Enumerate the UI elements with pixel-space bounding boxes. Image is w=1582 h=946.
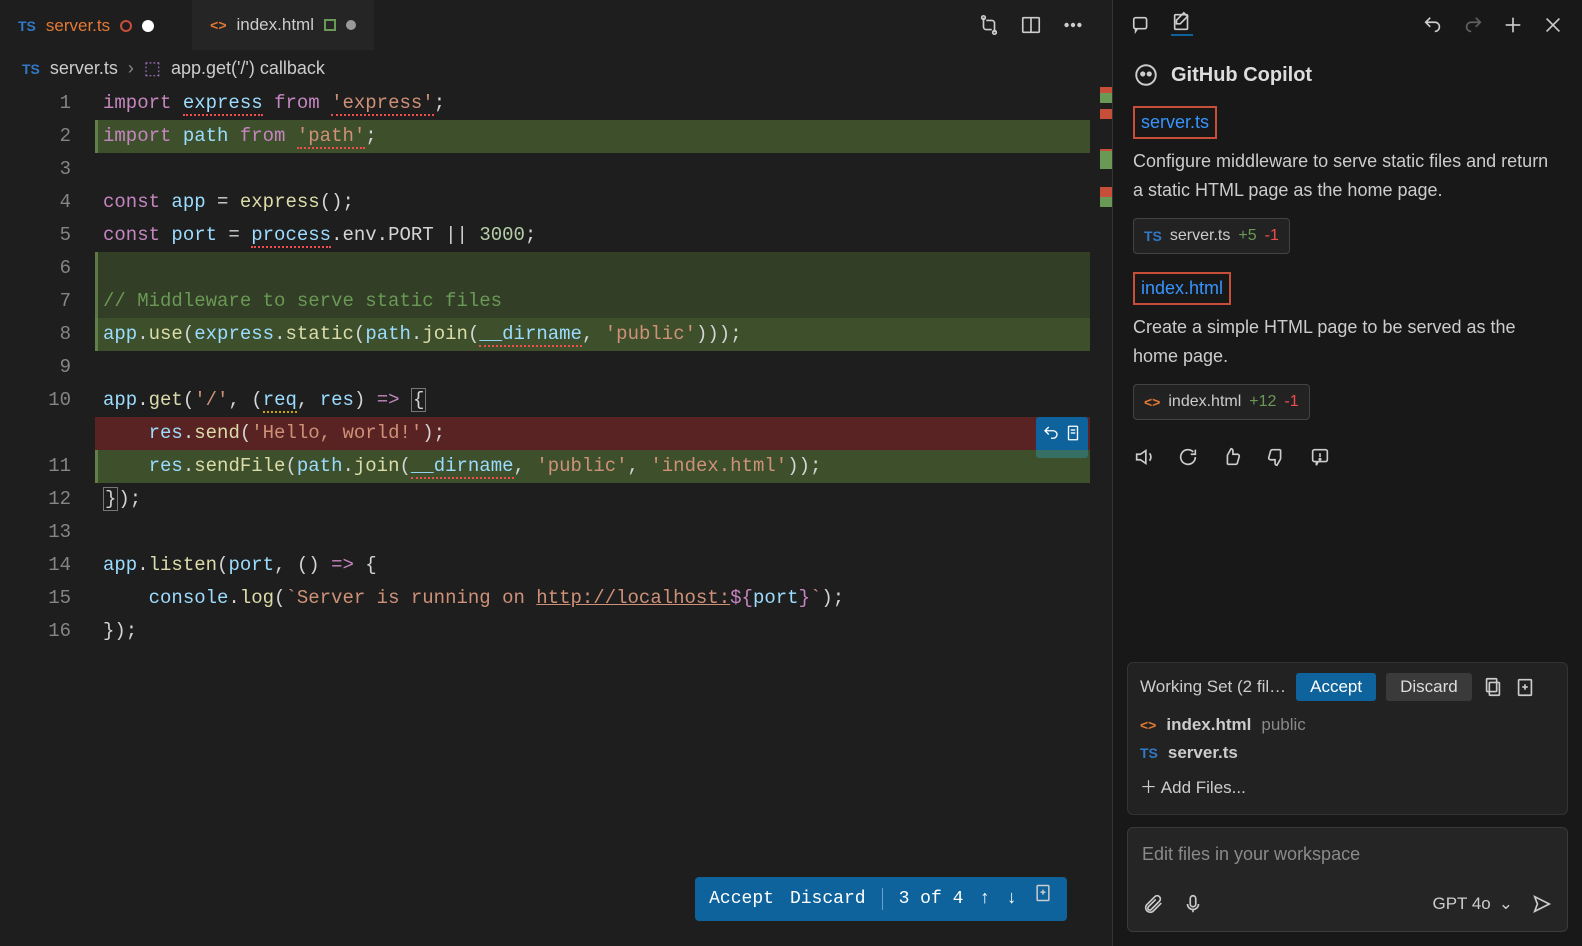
chat-input[interactable]: Edit files in your workspace GPT 4o ⌄ — [1127, 827, 1568, 932]
thumbs-up-icon[interactable] — [1221, 446, 1243, 468]
files-icon[interactable] — [1482, 676, 1504, 698]
tab-label: index.html — [237, 15, 314, 35]
file-name: index.html — [1166, 715, 1251, 735]
retry-icon[interactable] — [1177, 446, 1199, 468]
model-selector[interactable]: GPT 4o ⌄ — [1432, 894, 1513, 914]
more-actions-icon[interactable] — [1062, 14, 1084, 36]
badge-filename: index.html — [1168, 389, 1241, 415]
copilot-icon — [1133, 62, 1159, 88]
copilot-sidebar: GitHub Copilot server.ts Configure middl… — [1112, 0, 1582, 946]
working-set-file[interactable]: TS server.ts — [1140, 739, 1555, 767]
close-icon[interactable] — [1542, 14, 1564, 36]
new-file-icon[interactable] — [1514, 676, 1536, 698]
suggestion-block: index.html Create a simple HTML page to … — [1133, 272, 1562, 438]
feedback-row — [1133, 438, 1562, 484]
tab-actions — [978, 14, 1112, 36]
additions-count: +5 — [1238, 223, 1256, 249]
code-area[interactable]: 12345678910111213141516 import express f… — [0, 87, 1112, 946]
accept-button[interactable]: Accept — [1296, 673, 1376, 701]
copilot-body: server.ts Configure middleware to serve … — [1113, 100, 1582, 662]
file-change-badge[interactable]: <> index.html +12 -1 — [1133, 384, 1310, 420]
discard-button[interactable]: Discard — [790, 883, 866, 916]
thumbs-down-icon[interactable] — [1265, 446, 1287, 468]
plus-icon[interactable] — [1502, 14, 1524, 36]
html-icon: <> — [1140, 717, 1156, 733]
ts-icon: TS — [1140, 745, 1158, 761]
edit-session-icon[interactable] — [1171, 14, 1193, 36]
compare-changes-icon[interactable] — [978, 14, 1000, 36]
discard-button[interactable]: Discard — [1386, 673, 1472, 701]
redo-icon[interactable] — [1462, 14, 1484, 36]
file-diff-icon[interactable] — [1033, 883, 1053, 916]
breadcrumb[interactable]: TS server.ts › ⬚ app.get('/') callback — [0, 50, 1112, 87]
html-icon: <> — [210, 17, 226, 33]
file-name: server.ts — [1168, 743, 1238, 763]
working-set-file[interactable]: <> index.html public — [1140, 711, 1555, 739]
report-issue-icon[interactable] — [1309, 446, 1331, 468]
suggestion-description: Configure middleware to serve static fil… — [1133, 147, 1562, 205]
symbol-method-icon: ⬚ — [144, 58, 161, 79]
working-set-title: Working Set (2 fil… — [1140, 677, 1286, 697]
html-icon: <> — [1144, 391, 1160, 413]
plus-icon: ＋ — [1140, 778, 1157, 797]
overview-ruler[interactable] — [1090, 87, 1112, 946]
file-link-server-ts[interactable]: server.ts — [1133, 106, 1217, 139]
code-content[interactable]: import express from 'express'; import pa… — [95, 87, 1090, 946]
chevron-down-icon: ⌄ — [1499, 894, 1513, 914]
suggestion-block: server.ts Configure middleware to serve … — [1133, 106, 1562, 272]
breadcrumb-symbol: app.get('/') callback — [171, 58, 325, 79]
working-set-header: Working Set (2 fil… Accept Discard — [1140, 673, 1555, 701]
line-number-gutter: 12345678910111213141516 — [0, 87, 95, 946]
tab-label: server.ts — [46, 16, 110, 36]
deletions-count: -1 — [1265, 223, 1279, 249]
add-files-button[interactable]: ＋ Add Files... — [1140, 767, 1555, 804]
file-change-badge[interactable]: TS server.ts +5 -1 — [1133, 218, 1290, 254]
chevron-right-icon: › — [128, 58, 134, 79]
chat-input-toolbar: GPT 4o ⌄ — [1142, 893, 1553, 915]
diff-status: 3 of 4 — [899, 883, 964, 916]
ts-icon: TS — [18, 18, 36, 34]
file-path: public — [1261, 715, 1305, 735]
diff-navigation-bar: Accept Discard 3 of 4 ↑ ↓ — [695, 877, 1067, 921]
file-link-index-html[interactable]: index.html — [1133, 272, 1231, 305]
microphone-icon[interactable] — [1182, 893, 1204, 915]
ts-icon: TS — [22, 61, 40, 77]
speaker-icon[interactable] — [1133, 446, 1155, 468]
split-editor-icon[interactable] — [1020, 14, 1042, 36]
copilot-title: GitHub Copilot — [1171, 64, 1312, 87]
attach-icon[interactable] — [1142, 893, 1164, 915]
sidebar-toolbar — [1113, 0, 1582, 50]
chat-icon[interactable] — [1131, 14, 1153, 36]
modified-indicator-icon — [324, 19, 336, 31]
tab-index-html[interactable]: <> index.html — [192, 0, 374, 50]
model-name: GPT 4o — [1432, 894, 1490, 914]
additions-count: +12 — [1249, 389, 1276, 415]
ts-icon: TS — [1144, 225, 1162, 247]
working-set: Working Set (2 fil… Accept Discard <> in… — [1127, 662, 1568, 815]
arrow-down-icon[interactable]: ↓ — [1006, 883, 1017, 916]
modified-indicator-icon — [120, 20, 132, 32]
arrow-up-icon[interactable]: ↑ — [979, 883, 990, 916]
breadcrumb-file: server.ts — [50, 58, 118, 79]
send-icon[interactable] — [1531, 893, 1553, 915]
undo-icon[interactable] — [1422, 14, 1444, 36]
dirty-dot-icon — [142, 20, 154, 32]
editor-pane: TS server.ts <> index.html TS server.ts … — [0, 0, 1112, 946]
dirty-dot-icon — [346, 20, 356, 30]
deletions-count: -1 — [1284, 389, 1298, 415]
suggestion-description: Create a simple HTML page to be served a… — [1133, 313, 1562, 371]
chat-placeholder: Edit files in your workspace — [1142, 844, 1553, 865]
badge-filename: server.ts — [1170, 223, 1230, 249]
tab-server-ts[interactable]: TS server.ts — [0, 0, 172, 50]
tab-bar: TS server.ts <> index.html — [0, 0, 1112, 50]
copilot-header: GitHub Copilot — [1113, 50, 1582, 100]
accept-button[interactable]: Accept — [709, 883, 774, 916]
